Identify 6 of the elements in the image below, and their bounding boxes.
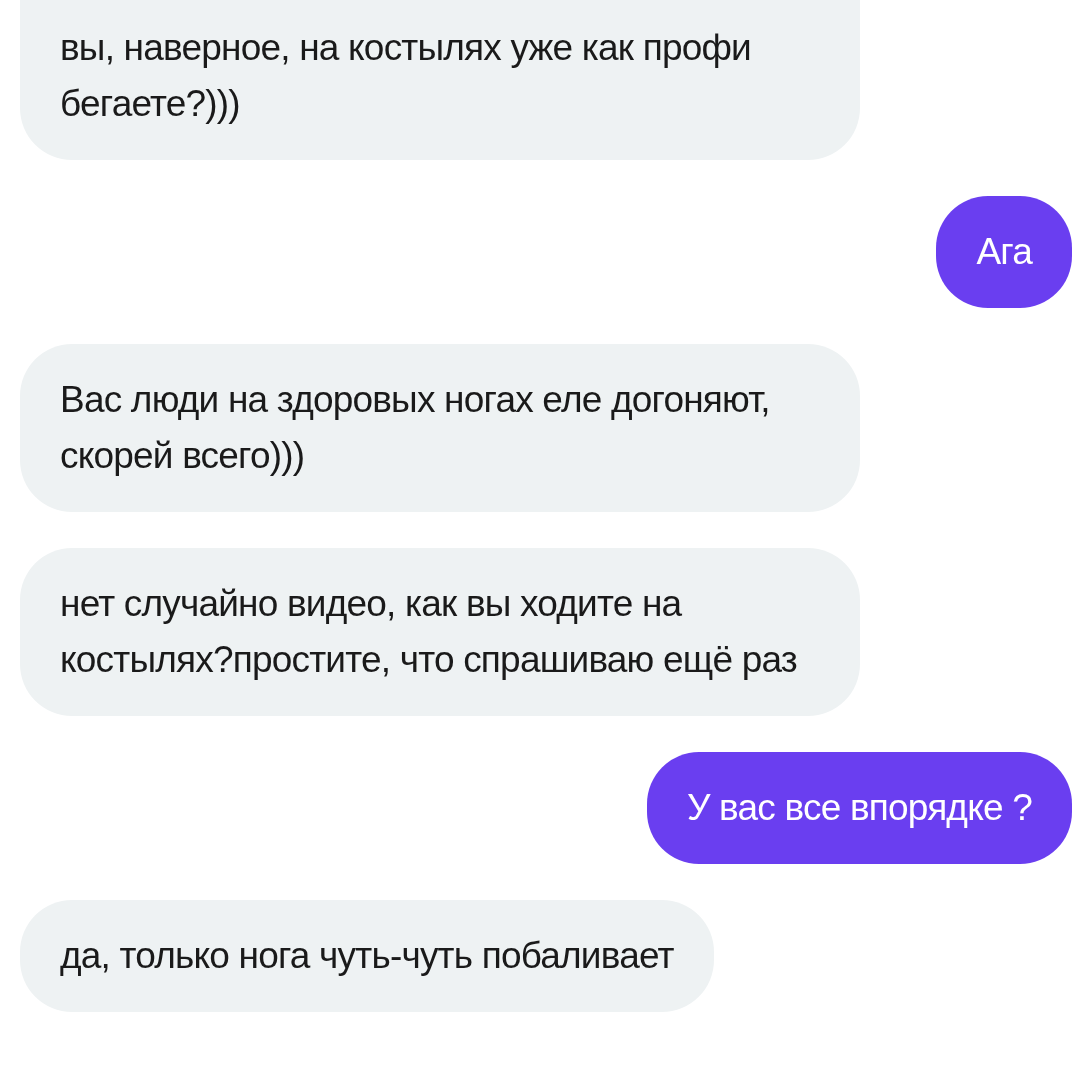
message-bubble: Вас люди на здоровых ногах еле догоняют, скорей всего))) (20, 344, 860, 512)
message-bubble: вы, наверное, на костылях уже как профи бегаете?))) (20, 0, 860, 160)
message-bubble: нет случайно видео, как вы ходите на костылях?простите, что спрашиваю ещё раз (20, 548, 860, 716)
message-bubble: Ага (936, 196, 1072, 308)
message-bubble: да, только нога чуть-чуть побаливает (20, 900, 714, 1012)
message-bubble: У вас все впорядке ? (646, 752, 1072, 864)
